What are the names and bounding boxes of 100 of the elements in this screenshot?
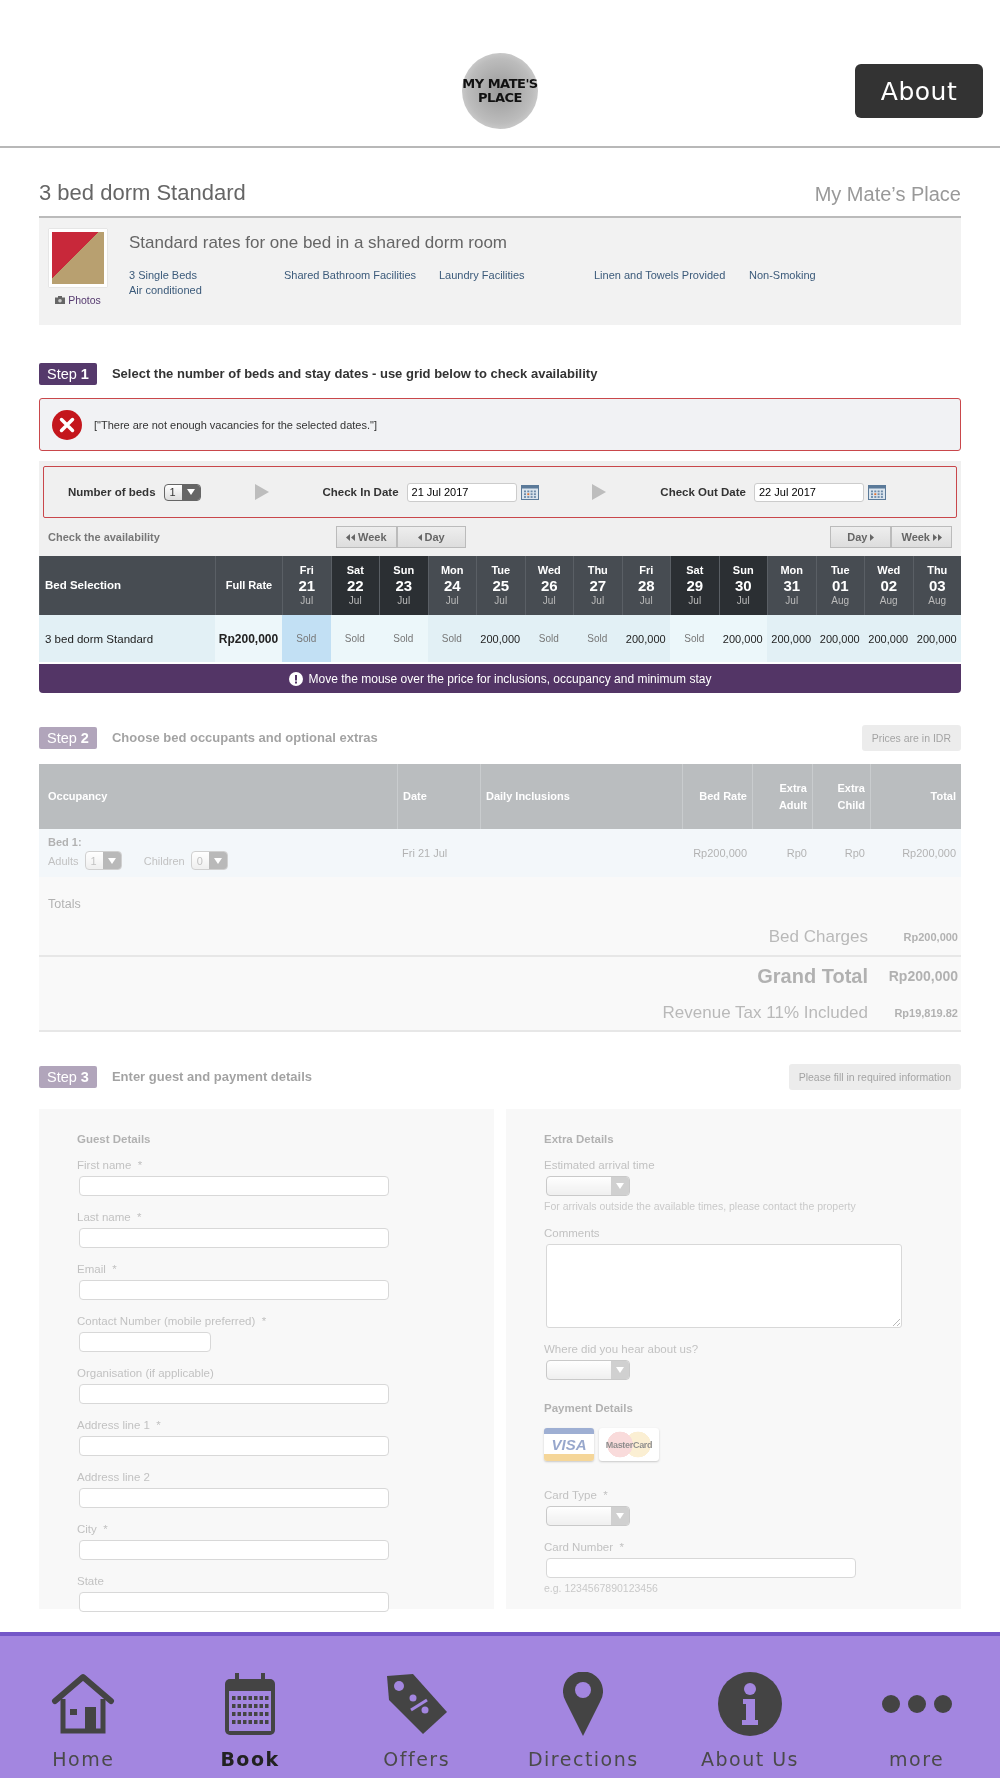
arrow-icon (592, 484, 607, 500)
caret-icon (616, 1183, 624, 1189)
column-header: Extra Child (812, 764, 870, 829)
field-label: Check Out Date (660, 486, 746, 498)
room-title: 3 bed dorm Standard (39, 180, 246, 206)
total-value: Rp200,000 (887, 968, 958, 984)
calendar-icon[interactable] (520, 484, 539, 500)
availability-cell[interactable]: Sold (524, 615, 573, 662)
date-header: Thu 27 Jul (573, 556, 622, 615)
nav-item[interactable]: Home (0, 1636, 167, 1778)
table-cell: Rp200,000 (870, 829, 961, 877)
location-pin-icon (563, 1672, 604, 1736)
step-badge: Step 1 (39, 362, 97, 385)
caret-icon (186, 489, 195, 495)
nav-item[interactable]: Directions (500, 1636, 667, 1778)
caret-icon (213, 857, 222, 864)
availability-cell[interactable]: Sold (330, 615, 379, 662)
date-header: Mon 31 Jul (767, 556, 816, 615)
availability-cell[interactable]: 200,000 (476, 615, 525, 662)
section-title: Guest Details (77, 1133, 152, 1145)
next-day-button[interactable]: Day (830, 526, 892, 548)
column-header: Daily Inclusions (480, 764, 682, 829)
double-left-icon (346, 533, 355, 541)
photos-link[interactable]: Photos (55, 294, 101, 306)
field-label: Children (143, 854, 185, 867)
total-label: Bed Charges (768, 927, 868, 947)
next-week-button[interactable]: Week (891, 526, 952, 548)
date-header: Fri 28 Jul (621, 556, 670, 615)
bed-label: Bed 1: (48, 836, 82, 848)
double-right-icon (933, 533, 942, 541)
room-feature: Linen and Towels Provided (594, 269, 727, 281)
availability-cell[interactable]: Sold (670, 615, 719, 662)
check-in-field[interactable]: 21 Jul 2017 (406, 482, 517, 502)
availability-cell[interactable]: 200,000 (767, 615, 816, 662)
date-header: Fri 21 Jul (282, 556, 331, 615)
table-cell: Fri 21 Jul (397, 829, 480, 877)
error-text: ["There are not enough vacancies for the selected dates."] (94, 418, 377, 431)
room-feature: Air conditioned (129, 284, 203, 296)
previous-day-button[interactable]: Day (396, 526, 466, 548)
availability-cell[interactable]: Sold (427, 615, 476, 662)
calendar-icon[interactable] (868, 484, 886, 500)
card-logo: VISA (544, 1428, 594, 1461)
total-value: Rp19,819.82 (893, 1006, 958, 1019)
beds-dropdown[interactable]: 1 (163, 483, 201, 501)
check-out-field[interactable]: 22 Jul 2017 (754, 482, 864, 502)
availability-cell[interactable]: Sold (379, 615, 428, 662)
arrow-icon (254, 484, 269, 500)
availability-label: Check the availability (48, 531, 161, 543)
room-feature: 3 Single Beds (129, 269, 198, 281)
availability-cell[interactable]: 200,000 (718, 615, 767, 662)
nav-item[interactable]: Offers (333, 1636, 500, 1778)
table-cell: Rp0 (812, 829, 870, 877)
nav-item[interactable]: About Us (666, 1636, 834, 1778)
availability-cell[interactable]: 200,000 (864, 615, 913, 662)
table-cell: Rp200,000 (215, 615, 282, 662)
room-feature: Laundry Facilities (439, 269, 526, 281)
availability-cell[interactable]: 200,000 (621, 615, 670, 662)
right-icon (870, 533, 875, 541)
tag-icon (384, 1672, 449, 1736)
nav-item[interactable]: Book (166, 1636, 334, 1778)
about-button[interactable]: About (855, 64, 983, 118)
availability-cell[interactable]: Sold (282, 615, 331, 662)
date-header: Wed 26 Jul (524, 556, 573, 615)
availability-cell[interactable]: Sold (573, 615, 622, 662)
hint-text: Move the mouse over the price for inclusions, occupancy and minimum stay (308, 671, 712, 686)
availability-cell[interactable]: 200,000 (815, 615, 864, 662)
date-header: Tue 25 Jul (476, 556, 525, 615)
date-header: Sat 22 Jul (330, 556, 379, 615)
date-header: Thu 03 Aug (912, 556, 961, 615)
room-description: Standard rates for one bed in a shared dorm room (129, 233, 508, 253)
column-header: Bed Rate (682, 764, 752, 829)
section-title: Extra Details (544, 1133, 615, 1145)
step-title: Select the number of beds and stay dates - use grid below to check availability (111, 366, 599, 381)
availability-cell[interactable]: 200,000 (912, 615, 961, 662)
total-value: Rp200,000 (902, 931, 958, 943)
date-header: Sun 23 Jul (379, 556, 428, 615)
caret-icon (616, 1367, 624, 1373)
date-header: Sat 29 Jul (670, 556, 719, 615)
property-name: My Mate’s Place (814, 183, 961, 206)
nav-item[interactable]: more (833, 1636, 1000, 1778)
card-logo: MasterCard (599, 1428, 659, 1461)
date-header: Wed 02 Aug (864, 556, 913, 615)
step-badge: Step 2 (39, 726, 97, 749)
logo[interactable]: MY MATE'S PLACE (462, 53, 538, 129)
step-title: Enter guest and payment details (111, 1069, 314, 1084)
total-label: Grand Total (757, 964, 868, 988)
column-header: Extra Adult (752, 764, 812, 829)
previous-week-button[interactable]: Week (336, 526, 397, 548)
section-title: Payment Details (544, 1402, 634, 1414)
exclamation-icon (288, 671, 303, 686)
room-feature: Shared Bathroom Facilities (284, 269, 418, 281)
calendar-icon (223, 1671, 277, 1737)
more-icon (880, 1694, 953, 1714)
table-cell: Rp200,000 (682, 829, 752, 877)
info-icon (718, 1672, 782, 1736)
caret-icon (616, 1513, 624, 1519)
table-cell: Rp0 (752, 829, 812, 877)
photo-placeholder[interactable] (49, 229, 107, 287)
error-icon (52, 409, 82, 440)
column-header: Date (397, 764, 480, 829)
